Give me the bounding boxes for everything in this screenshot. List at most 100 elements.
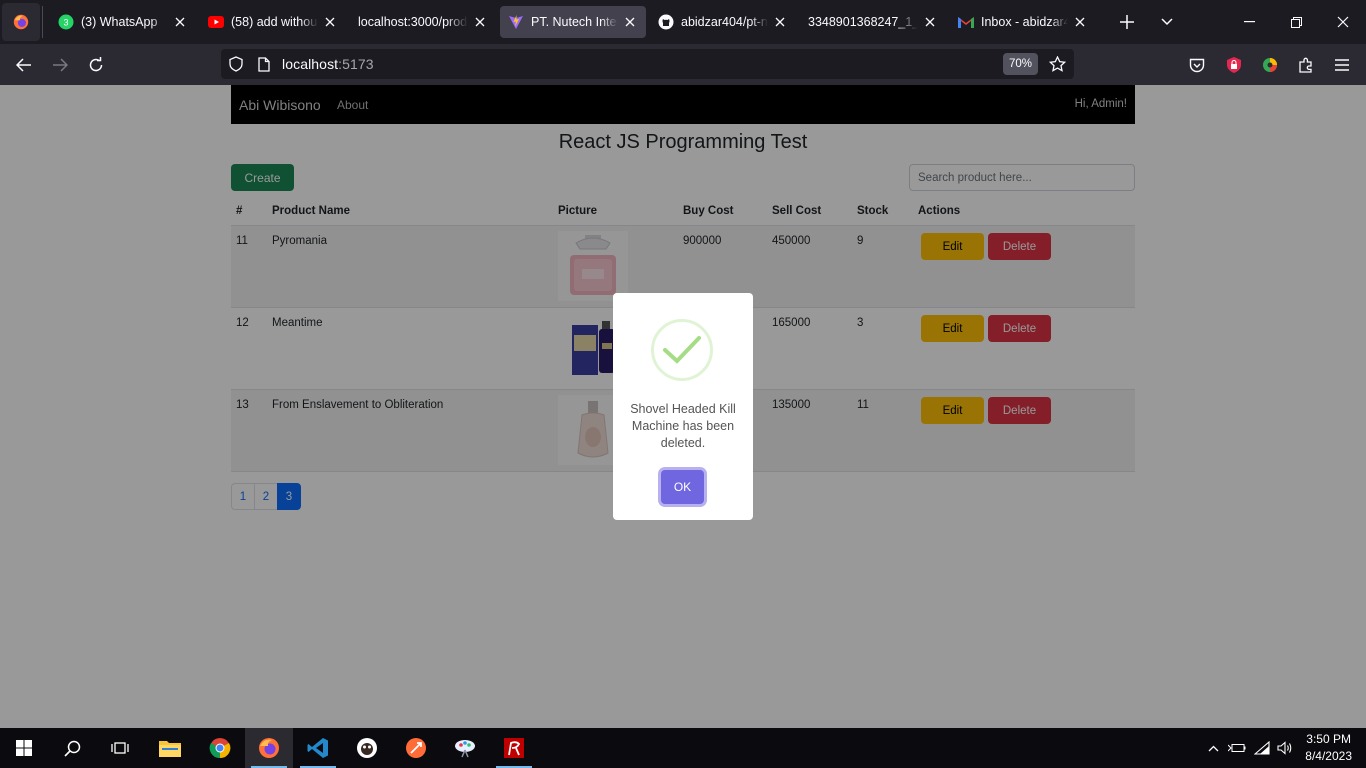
tab-title: localhost:3000/produc <box>358 15 468 29</box>
minimize-button[interactable] <box>1234 6 1264 38</box>
dbeaver-button[interactable] <box>343 728 391 768</box>
tab-title: 3348901368247_1_500x <box>808 15 918 29</box>
windows-taskbar: 3:50 PM 8/4/2023 <box>0 728 1366 768</box>
tab-gmail[interactable]: Inbox - abidzar404 <box>950 6 1096 38</box>
tab-github[interactable]: abidzar404/pt-nut <box>650 6 796 38</box>
github-icon <box>658 14 674 30</box>
success-dialog: Shovel Headed Kill Machine has been dele… <box>613 293 753 520</box>
beaver-icon <box>357 738 377 758</box>
tab-title: Inbox - abidzar404 <box>981 15 1068 29</box>
chrome-icon <box>209 738 231 759</box>
close-tab-icon[interactable] <box>772 14 788 30</box>
chevron-down-icon <box>1161 18 1173 26</box>
whatsapp-icon: 3 <box>58 14 74 30</box>
close-tab-icon[interactable] <box>322 14 338 30</box>
close-window-button[interactable] <box>1328 6 1358 38</box>
clock-time: 3:50 PM <box>1306 732 1351 746</box>
new-tab-button[interactable] <box>1111 6 1143 38</box>
url-host: localhost <box>282 56 339 72</box>
shield-lock-icon <box>1227 57 1241 73</box>
chrome-button[interactable] <box>196 728 244 768</box>
puzzle-icon <box>1299 57 1312 73</box>
url-text[interactable]: localhost:5173 <box>282 56 374 72</box>
vscode-button[interactable] <box>294 728 342 768</box>
restore-button[interactable] <box>1281 6 1311 38</box>
system-clock[interactable]: 3:50 PM 8/4/2023 <box>1305 731 1352 765</box>
shield-icon[interactable] <box>229 56 243 72</box>
url-port: :5173 <box>338 56 374 72</box>
extension-button[interactable] <box>1219 50 1249 80</box>
clock-date: 8/4/2023 <box>1305 749 1352 763</box>
browser-tab-strip: 3 (3) WhatsApp (58) add without re local… <box>0 0 1366 44</box>
colorful-extension-icon <box>1263 58 1277 72</box>
plus-icon <box>1120 15 1134 29</box>
address-bar[interactable]: localhost:5173 70% <box>221 49 1074 79</box>
svg-text:3: 3 <box>63 18 68 28</box>
bookmark-star-icon[interactable] <box>1049 56 1066 72</box>
firefox-view-button[interactable] <box>2 3 40 41</box>
app-menu-button[interactable] <box>1327 50 1357 80</box>
extensions-button[interactable] <box>1291 50 1321 80</box>
tab-title: abidzar404/pt-nut <box>681 15 768 29</box>
chevron-up-icon <box>1208 745 1218 751</box>
dialog-message: Shovel Headed Kill Machine has been dele… <box>630 402 736 450</box>
restore-icon <box>1290 16 1302 28</box>
tab-localhost-3000[interactable]: localhost:3000/produc <box>350 6 496 38</box>
arrow-left-icon <box>16 58 31 72</box>
zoom-indicator[interactable]: 70% <box>1003 53 1038 75</box>
windows-logo-icon <box>16 740 32 756</box>
show-hidden-icons-button[interactable] <box>1203 728 1223 768</box>
vscode-icon <box>307 738 328 758</box>
tab-title: PT. Nutech Integrasi <box>531 15 618 29</box>
tab-youtube[interactable]: (58) add without re <box>200 6 346 38</box>
battery-status[interactable] <box>1226 728 1248 768</box>
tab-whatsapp[interactable]: 3 (3) WhatsApp <box>50 6 196 38</box>
close-tab-icon[interactable] <box>622 14 638 30</box>
start-button[interactable] <box>0 728 48 768</box>
wifi-icon <box>1254 741 1270 755</box>
page-viewport: Abi Wibisono About Hi, Admin! React JS P… <box>0 85 1366 728</box>
file-explorer-button[interactable] <box>146 728 194 768</box>
vite-icon <box>508 14 524 30</box>
speaker-icon <box>1276 741 1291 755</box>
firefox-icon <box>13 14 29 30</box>
tab-image[interactable]: 3348901368247_1_500x <box>800 6 946 38</box>
success-check-icon <box>651 319 713 381</box>
close-tab-icon[interactable] <box>472 14 488 30</box>
minimize-icon <box>1243 21 1255 23</box>
page-icon[interactable] <box>258 57 270 72</box>
volume-control[interactable] <box>1274 728 1296 768</box>
tab-separator <box>42 6 43 38</box>
hamburger-menu-icon <box>1335 59 1349 71</box>
arrow-right-icon <box>53 58 68 72</box>
gmail-icon <box>958 14 974 30</box>
search-button[interactable] <box>48 728 96 768</box>
tab-title: (3) WhatsApp <box>81 15 158 29</box>
task-view-button[interactable] <box>96 728 144 768</box>
tab-pt-nutech[interactable]: PT. Nutech Integrasi <box>500 6 646 38</box>
tab-title: (58) add without re <box>231 15 318 29</box>
list-all-tabs-button[interactable] <box>1151 6 1183 38</box>
back-button[interactable] <box>9 50 39 80</box>
pocket-icon <box>1189 58 1205 72</box>
reload-button[interactable] <box>81 50 111 80</box>
firefox-taskbar-button[interactable] <box>245 728 293 768</box>
filezilla-icon <box>504 738 524 758</box>
filezilla-button[interactable] <box>490 728 538 768</box>
close-tab-icon[interactable] <box>1072 14 1088 30</box>
task-view-icon <box>111 742 129 754</box>
battery-plugged-icon <box>1228 744 1246 752</box>
extension-button[interactable] <box>1255 50 1285 80</box>
firefox-icon <box>259 738 279 758</box>
youtube-icon <box>208 14 224 30</box>
postman-button[interactable] <box>392 728 440 768</box>
ok-button[interactable]: OK <box>661 470 704 504</box>
close-tab-icon[interactable] <box>172 14 188 30</box>
forward-button[interactable] <box>45 50 75 80</box>
pocket-button[interactable] <box>1182 50 1212 80</box>
reload-icon <box>89 57 103 72</box>
close-icon <box>1337 16 1349 28</box>
close-tab-icon[interactable] <box>922 14 938 30</box>
app-button[interactable] <box>441 728 489 768</box>
network-status[interactable] <box>1251 728 1273 768</box>
